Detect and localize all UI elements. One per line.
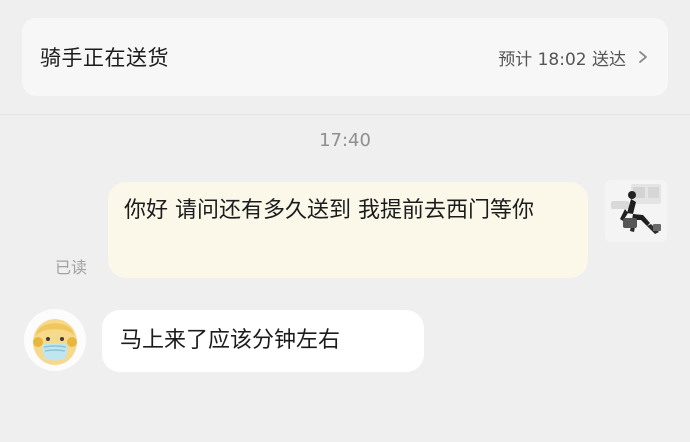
user-message-bubble[interactable]: 你好 请问还有多久送到 我提前去西门等你 <box>108 182 588 278</box>
message-timestamp: 17:40 <box>319 130 371 151</box>
chevron-right-icon <box>639 51 647 63</box>
delivery-status-card[interactable]: 骑手正在送货 预计 18:02 送达 <box>22 18 668 96</box>
section-divider <box>0 114 690 115</box>
rider-message-text: 马上来了应该分钟左右 <box>120 328 341 353</box>
eta-label: 预计 18:02 送达 <box>498 49 626 70</box>
eta-text[interactable]: 预计 18:02 送达 <box>498 45 650 70</box>
read-receipt: 已读 <box>55 258 88 277</box>
delivery-status-title: 骑手正在送货 <box>40 46 169 70</box>
user-message-text: 你好 请问还有多久送到 我提前去西门等你 <box>124 198 534 223</box>
user-avatar[interactable] <box>605 180 667 242</box>
rider-avatar[interactable] <box>24 309 86 371</box>
rider-message-bubble[interactable]: 马上来了应该分钟左右 <box>102 310 424 372</box>
